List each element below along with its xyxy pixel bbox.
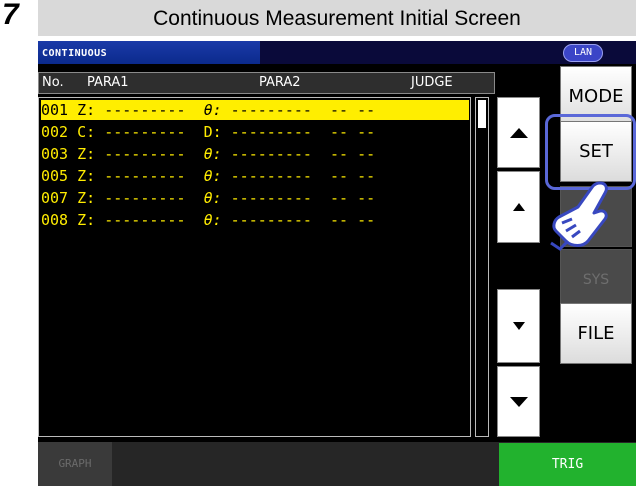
measurement-list[interactable]: 001 Z: --------- θ: --------- -- -- 002 … bbox=[38, 97, 471, 437]
header-para2: PARA2 bbox=[259, 75, 301, 90]
triangle-down-small-icon bbox=[512, 322, 525, 330]
triangle-up-small-icon bbox=[512, 203, 525, 211]
graph-button[interactable]: GRAPH bbox=[38, 442, 112, 486]
table-row[interactable]: 002 C: --------- D: --------- -- -- bbox=[41, 122, 469, 142]
header-no: No. bbox=[42, 75, 64, 90]
screen-title: CONTINUOUS bbox=[42, 48, 108, 59]
trig-button[interactable]: TRIG bbox=[499, 443, 636, 486]
pointing-hand-icon bbox=[550, 181, 608, 251]
sys-button[interactable]: SYS bbox=[560, 249, 632, 310]
scroll-down-button[interactable] bbox=[497, 289, 540, 363]
page-up-button[interactable] bbox=[497, 97, 540, 168]
table-row[interactable]: 008 Z: --------- θ: --------- -- -- bbox=[41, 210, 469, 230]
table-row[interactable]: 001 Z: --------- θ: --------- -- -- bbox=[41, 100, 469, 120]
table-row[interactable]: 003 Z: --------- θ: --------- -- -- bbox=[41, 144, 469, 164]
table-row[interactable]: 007 Z: --------- θ: --------- -- -- bbox=[41, 188, 469, 208]
table-row[interactable]: 005 Z: --------- θ: --------- -- -- bbox=[41, 166, 469, 186]
triangle-down-icon bbox=[509, 396, 528, 407]
header-para1: PARA1 bbox=[87, 75, 129, 90]
caption-title: Continuous Measurement Initial Screen bbox=[38, 0, 636, 36]
bottom-bar: GRAPH TRIG bbox=[38, 442, 636, 486]
page-down-button[interactable] bbox=[497, 366, 540, 437]
triangle-up-icon bbox=[509, 127, 528, 138]
lan-badge: LAN bbox=[563, 44, 603, 62]
list-scrollbar[interactable] bbox=[475, 97, 489, 437]
table-header: No. PARA1 PARA2 JUDGE bbox=[38, 72, 495, 94]
title-bar: CONTINUOUS LAN bbox=[38, 41, 636, 64]
scroll-up-button[interactable] bbox=[497, 171, 540, 243]
instrument-screen: CONTINUOUS LAN No. PARA1 PARA2 JUDGE 001… bbox=[38, 41, 636, 486]
header-judge: JUDGE bbox=[411, 75, 453, 90]
file-button[interactable]: FILE bbox=[560, 303, 632, 364]
step-number: 7 bbox=[2, 0, 19, 31]
scrollbar-thumb[interactable] bbox=[478, 100, 486, 128]
